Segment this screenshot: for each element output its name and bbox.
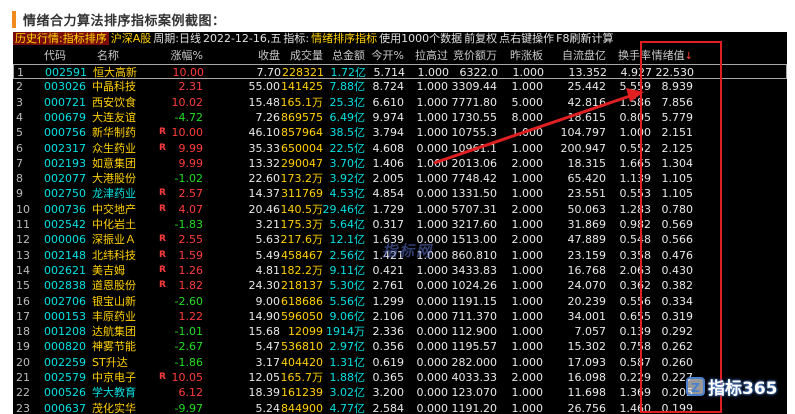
logo-z-icon: Z [686, 376, 705, 396]
site-logo: Z 指标365 [686, 374, 778, 399]
logo-text: 指标365 [708, 378, 778, 399]
emotion-highlight-box [640, 41, 722, 413]
